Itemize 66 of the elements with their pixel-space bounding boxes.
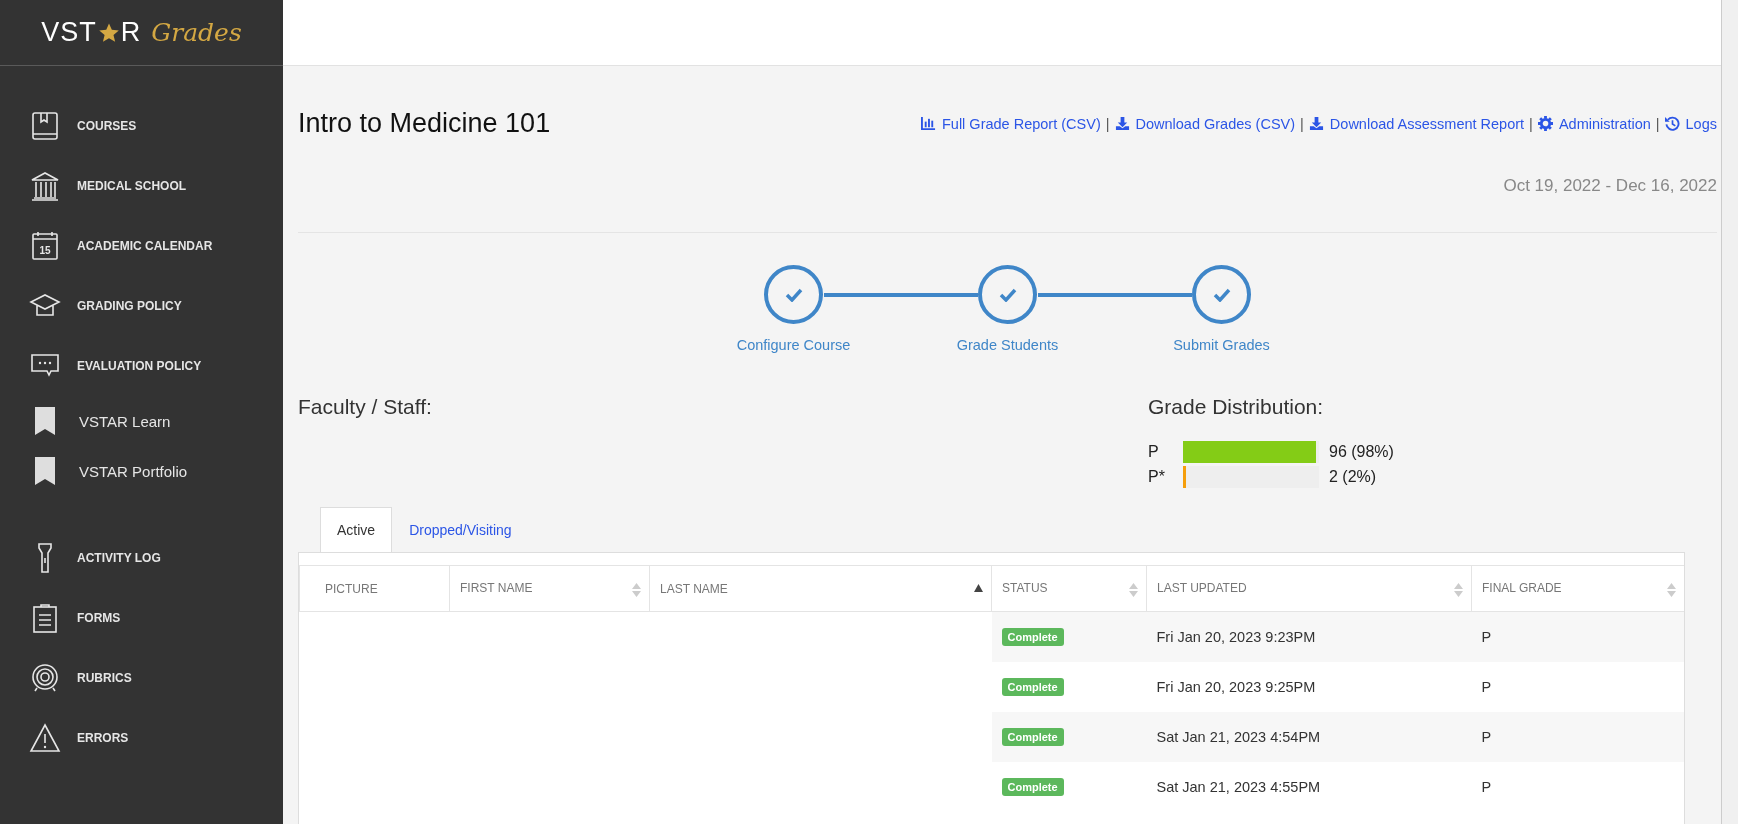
table-cell: P <box>1471 711 1684 762</box>
tab[interactable]: Active <box>320 507 393 553</box>
separator: | <box>1655 115 1660 132</box>
action-link[interactable]: Logs <box>1664 115 1717 132</box>
sidebar-item[interactable]: ACTIVITY LOG <box>0 528 283 588</box>
action-link[interactable]: Administration <box>1537 115 1651 132</box>
download-icon <box>1114 116 1130 131</box>
building-columns-icon <box>29 170 61 202</box>
action-link[interactable]: Download Grades (CSV) <box>1114 115 1296 132</box>
column-header[interactable]: FINAL GRADE <box>1471 565 1684 612</box>
faculty-heading: Faculty / Staff: <box>298 395 433 419</box>
sidebar-item[interactable]: ERRORS <box>0 708 283 768</box>
sidebar-item[interactable]: VSTAR Portfolio <box>0 446 283 496</box>
check-icon <box>784 287 803 302</box>
action-link[interactable]: Download Assessment Report <box>1308 115 1525 132</box>
grade-label: P <box>1148 442 1160 461</box>
status-badge: Complete <box>1001 677 1064 696</box>
grade-count: 96 (98%) <box>1329 442 1394 461</box>
column-header[interactable]: PICTURE <box>299 565 450 612</box>
step-link[interactable]: Configure Course <box>736 337 851 353</box>
action-link[interactable]: Full Grade Report (CSV) <box>920 115 1101 132</box>
table-cell: Fri Jan 20, 2023 9:25PM <box>1146 661 1472 712</box>
settings-icon <box>1537 116 1553 131</box>
status-badge: Complete <box>1001 727 1064 746</box>
target-icon <box>29 662 61 694</box>
table-cell: Sat Jan 21, 2023 4:55PM <box>1146 761 1472 812</box>
sidebar-item[interactable]: 15 ACADEMIC CALENDAR <box>0 216 283 276</box>
grade-count: 2 (2%) <box>1329 467 1377 486</box>
download-icon <box>1308 116 1324 131</box>
separator: | <box>1300 115 1304 132</box>
step-link[interactable]: Submit Grades <box>1173 337 1270 353</box>
course-title: Intro to Medicine 101 <box>298 108 551 139</box>
table-cell: P <box>1471 611 1684 662</box>
separator: | <box>1529 115 1533 132</box>
book-icon <box>29 110 61 142</box>
grade-label: P* <box>1148 467 1166 486</box>
status-badge: Complete <box>1001 627 1064 646</box>
sidebar-item[interactable]: GRADING POLICY <box>0 276 283 336</box>
step-link[interactable]: Grade Students <box>956 337 1059 353</box>
calendar-icon: 15 <box>29 230 61 262</box>
check-icon <box>998 287 1017 302</box>
column-header[interactable]: LAST UPDATED <box>1146 565 1472 612</box>
sidebar-item[interactable]: VSTAR Learn <box>0 396 283 446</box>
column-header[interactable]: STATUS <box>991 565 1147 612</box>
tab[interactable]: Dropped/Visiting <box>392 507 529 553</box>
status-badge: Complete <box>1001 777 1064 796</box>
table-cell: Sat Jan 21, 2023 4:54PM <box>1146 711 1472 762</box>
bar-chart-icon <box>920 116 936 131</box>
sidebar-item[interactable]: FORMS <box>0 588 283 648</box>
table-cell: P <box>1471 661 1684 712</box>
column-header[interactable]: LAST NAME <box>649 565 992 612</box>
grade-distribution-heading: Grade Distribution: <box>1148 395 1325 419</box>
sidebar-item[interactable]: RUBRICS <box>0 648 283 708</box>
sidebar-item[interactable]: MEDICAL SCHOOL <box>0 156 283 216</box>
warning-icon <box>29 722 61 754</box>
table-cell: Fri Jan 20, 2023 9:23PM <box>1146 611 1472 662</box>
scrollbar[interactable] <box>1721 0 1738 824</box>
check-icon <box>1212 287 1231 302</box>
logo[interactable]: VST R Grades <box>41 17 242 48</box>
sidebar-item[interactable]: COURSES <box>0 96 283 156</box>
course-dates: Oct 19, 2022 - Dec 16, 2022 <box>1502 176 1717 196</box>
table-cell: P <box>1471 761 1684 812</box>
separator: | <box>1105 115 1110 132</box>
column-header[interactable]: FIRST NAME <box>449 565 650 612</box>
history-icon <box>1664 116 1680 131</box>
sidebar-item[interactable]: EVALUATION POLICY <box>0 336 283 396</box>
